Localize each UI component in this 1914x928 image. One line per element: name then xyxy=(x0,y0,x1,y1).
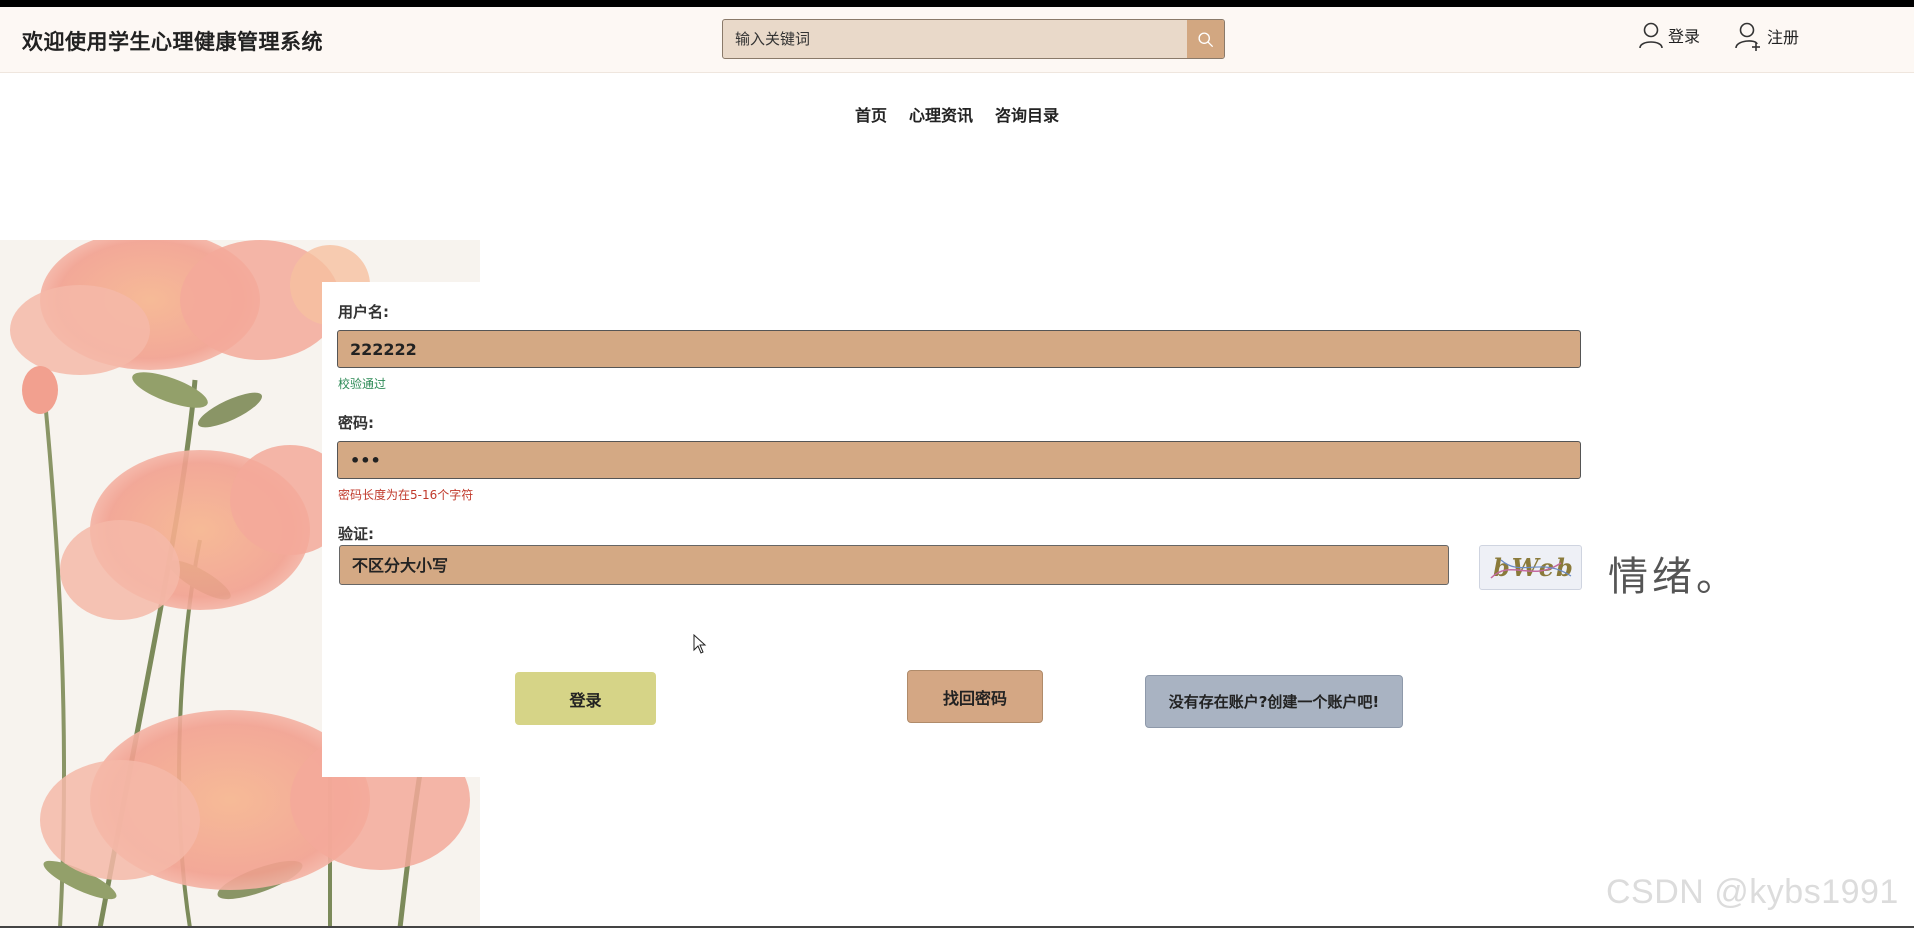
password-input[interactable] xyxy=(337,441,1581,479)
username-label: 用户名: xyxy=(338,303,389,321)
register-link-label: 注册 xyxy=(1767,28,1800,47)
login-link-label: 登录 xyxy=(1668,27,1701,46)
add-user-icon xyxy=(1735,22,1760,51)
search-box xyxy=(722,19,1225,59)
top-border xyxy=(0,0,1914,7)
main-nav: 首页 心理资讯 咨询目录 xyxy=(0,102,1914,126)
username-hint: 校验通过 xyxy=(338,377,387,391)
tagline-text: 情绪。 xyxy=(1608,554,1740,600)
username-input[interactable] xyxy=(337,330,1581,368)
login-link[interactable]: 登录 xyxy=(1638,21,1700,49)
nav-item-news[interactable]: 心理资讯 xyxy=(909,102,973,126)
user-icon xyxy=(1639,22,1663,49)
create-account-button[interactable]: 没有存在账户?创建一个账户吧! xyxy=(1145,675,1403,728)
nav-item-home[interactable]: 首页 xyxy=(855,102,887,126)
captcha-image[interactable]: bWeb xyxy=(1479,545,1582,590)
nav-item-consult[interactable]: 咨询目录 xyxy=(995,102,1059,126)
search-button[interactable] xyxy=(1187,20,1224,58)
password-hint: 密码长度为在5-16个字符 xyxy=(338,488,474,502)
recover-password-button[interactable]: 找回密码 xyxy=(907,670,1043,723)
header: 欢迎使用学生心理健康管理系统 登录 注册 xyxy=(0,7,1914,73)
captcha-label: 验证: xyxy=(338,525,374,543)
mouse-cursor-icon xyxy=(693,633,707,658)
password-label: 密码: xyxy=(338,414,374,432)
register-link[interactable]: 注册 xyxy=(1735,21,1799,51)
captcha-input[interactable] xyxy=(339,545,1449,585)
login-form-panel: 用户名: 校验通过 密码: 密码长度为在5-16个字符 验证: bWeb 情绪。… xyxy=(322,282,1742,777)
site-title: 欢迎使用学生心理健康管理系统 xyxy=(22,30,323,54)
watermark: CSDN @kybs1991 xyxy=(1606,873,1899,911)
search-icon xyxy=(1198,31,1213,47)
search-input[interactable] xyxy=(723,20,1188,58)
login-button[interactable]: 登录 xyxy=(515,672,656,725)
